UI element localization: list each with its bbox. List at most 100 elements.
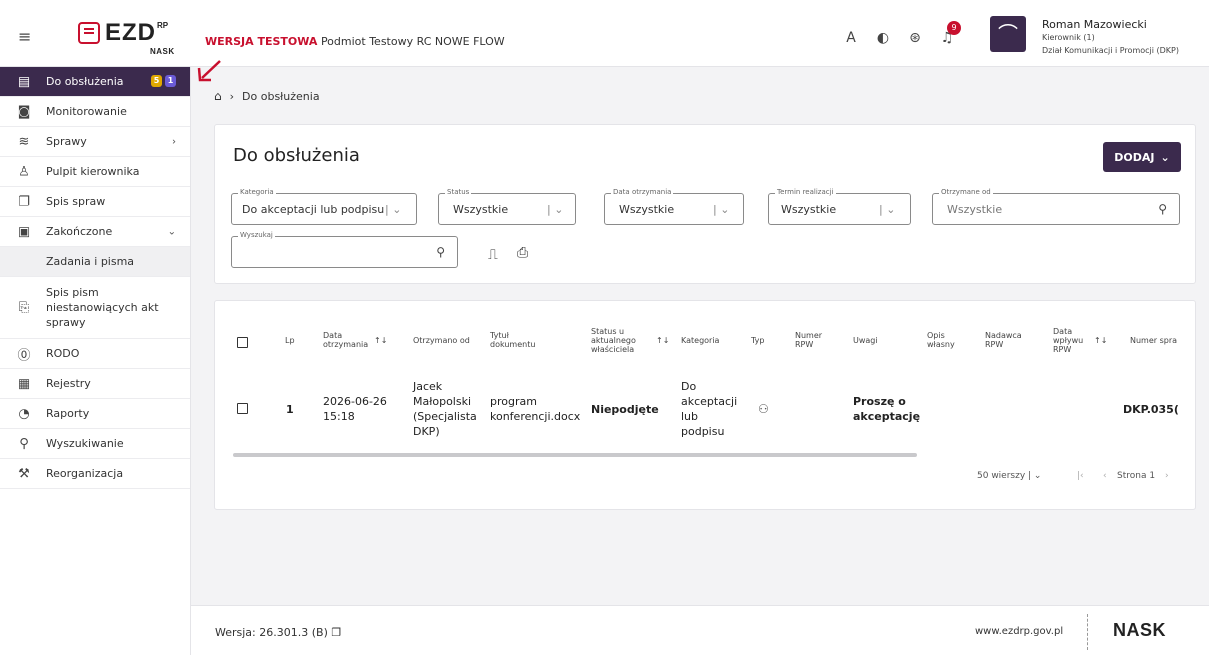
row-checkbox[interactable] xyxy=(237,403,248,414)
add-button-label: DODAJ xyxy=(1114,150,1155,164)
breadcrumb-current: Do obsłużenia xyxy=(242,89,320,103)
sort-icon[interactable]: ↑↓ xyxy=(656,336,669,345)
field-label: Status xyxy=(445,188,472,196)
sidebar-item-label: Monitorowanie xyxy=(46,105,127,118)
count-badge: 1 xyxy=(165,75,176,87)
rows-per-page-select[interactable]: 50 wierszy | ⌄ xyxy=(977,471,1041,481)
sidebar-item-spis-pism[interactable]: ⎘ Spis pism niestanowiących akt sprawy xyxy=(0,277,190,339)
reorganization-icon: ⚒ xyxy=(18,466,30,481)
column-header-sprawa[interactable]: Numer spra xyxy=(1130,318,1195,362)
column-header-nadawca[interactable]: Nadawca RPW xyxy=(985,318,1025,362)
header-label: Data wpływu RPW xyxy=(1053,326,1084,354)
chevron-down-icon: | ⌄ xyxy=(713,203,730,216)
column-header-typ[interactable]: Typ xyxy=(751,318,764,362)
nask-logo[interactable]: NASK xyxy=(1113,620,1166,641)
search-icon[interactable]: ⚲ xyxy=(1158,202,1167,216)
prev-page-icon[interactable]: ‹ xyxy=(1103,471,1107,481)
sidebar: ▤ Do obsłużenia 5 1 ◙ Monitorowanie ≋ Sp… xyxy=(0,67,191,655)
person-icon: ⚇ xyxy=(758,401,769,416)
column-header-status[interactable]: Status u aktualnego właściciela ↑↓ xyxy=(591,318,676,362)
field-value: Do akceptacji lub podpisu xyxy=(242,203,385,216)
page-title: Do obsłużenia xyxy=(233,145,360,166)
sidebar-item-label: Zadania i pisma xyxy=(46,255,135,268)
sidebar-item-rodo[interactable]: ⓪ RODO xyxy=(0,339,190,369)
top-bar: ≡ EZD RP NASK WERSJA TESTOWA Podmiot Tes… xyxy=(0,0,1209,67)
sidebar-item-zakonczone[interactable]: ▣ Zakończone ⌄ xyxy=(0,217,190,247)
sidebar-item-do-obsluzenia[interactable]: ▤ Do obsłużenia 5 1 xyxy=(0,67,190,97)
app-logo[interactable]: EZD RP xyxy=(78,21,168,45)
export-icon[interactable]: ⎙ xyxy=(517,245,528,261)
hamburger-menu-icon[interactable]: ≡ xyxy=(18,27,31,46)
chevron-down-icon: | ⌄ xyxy=(879,203,896,216)
count-badge: 5 xyxy=(151,75,162,87)
sidebar-item-label: Raporty xyxy=(46,407,90,420)
chevron-down-icon: | ⌄ xyxy=(547,203,564,216)
sidebar-item-reorganizacja[interactable]: ⚒ Reorganizacja xyxy=(0,459,190,489)
report-icon: ◔ xyxy=(18,406,30,421)
copy-icon[interactable]: ❐ xyxy=(331,626,341,639)
cell-tytul[interactable]: program konferencji.docx xyxy=(490,374,586,444)
horizontal-scrollbar[interactable] xyxy=(233,453,917,457)
status-select[interactable]: Status Wszystkie | ⌄ xyxy=(438,188,576,225)
accessibility-icon[interactable]: ⊛ xyxy=(906,30,924,46)
breadcrumb-separator-icon: › xyxy=(229,89,235,103)
chevron-right-icon: › xyxy=(172,136,176,147)
sort-icon[interactable]: ↑↓ xyxy=(374,336,387,345)
deadline-select[interactable]: Termin realizacji Wszystkie | ⌄ xyxy=(768,188,911,225)
received-from-field[interactable]: Otrzymane od Wszystkie ⚲ xyxy=(932,188,1180,225)
cell-otrzymano: Jacek Małopolski (Specjalista DKP) xyxy=(413,380,477,438)
received-date-select[interactable]: Data otrzymania Wszystkie | ⌄ xyxy=(604,188,744,225)
sidebar-item-zadania-i-pisma[interactable]: Zadania i pisma xyxy=(0,247,190,277)
sidebar-item-rejestry[interactable]: ▦ Rejestry xyxy=(0,369,190,399)
folders-icon: ❐ xyxy=(18,194,30,209)
user-name[interactable]: Roman Mazowiecki xyxy=(1042,18,1147,31)
sidebar-item-label: Do obsłużenia xyxy=(46,75,124,88)
column-header-wplyw[interactable]: Data wpływu RPW ↑↓ xyxy=(1053,318,1115,362)
select-all-checkbox[interactable] xyxy=(237,337,248,348)
site-link[interactable]: www.ezdrp.gov.pl xyxy=(975,626,1063,637)
add-button[interactable]: DODAJ ⌄ xyxy=(1103,142,1181,172)
version-label: Wersja: 26.301.3 (B) xyxy=(215,626,328,639)
bell-icon[interactable]: ♫ 9 xyxy=(938,21,961,46)
search-input[interactable]: Wyszukaj ⚲ xyxy=(231,231,458,268)
font-size-icon[interactable]: A xyxy=(842,30,860,46)
version-info: Wersja: 26.301.3 (B) ❐ xyxy=(215,626,341,639)
sidebar-item-pulpit-kierownika[interactable]: ♙ Pulpit kierownika xyxy=(0,157,190,187)
documents-icon: ⎘ xyxy=(18,300,30,315)
column-header-data[interactable]: Data otrzymania ↑↓ xyxy=(323,318,393,362)
avatar[interactable]: ⌒ xyxy=(990,16,1026,52)
sidebar-item-label: Reorganizacja xyxy=(46,467,124,480)
search-icon[interactable]: ⚲ xyxy=(436,245,445,259)
environment-info: WERSJA TESTOWA Podmiot Testowy RC NOWE F… xyxy=(205,35,505,48)
sidebar-item-sprawy[interactable]: ≋ Sprawy › xyxy=(0,127,190,157)
rodo-shield-icon: ⓪ xyxy=(17,348,31,363)
category-select[interactable]: Kategoria Do akceptacji lub podpisu | ⌄ xyxy=(231,188,417,225)
first-page-icon[interactable]: |‹ xyxy=(1077,471,1084,481)
monitor-eye-icon: ◙ xyxy=(17,104,31,119)
field-label: Data otrzymania xyxy=(611,188,674,196)
home-icon[interactable]: ⌂ xyxy=(214,89,222,103)
clear-filters-icon[interactable]: ⎍ xyxy=(488,247,498,263)
column-header-otrzymano[interactable]: Otrzymano od xyxy=(413,318,473,362)
field-value: Wszystkie xyxy=(781,203,837,216)
sidebar-item-monitorowanie[interactable]: ◙ Monitorowanie xyxy=(0,97,190,127)
contrast-icon[interactable]: ◐ xyxy=(874,30,892,46)
toolbar-icons: A ◐ ⊛ ♫ 9 xyxy=(842,21,961,46)
column-header-lp[interactable]: Lp xyxy=(285,318,295,362)
column-header-kategoria[interactable]: Kategoria xyxy=(681,318,719,362)
cell-sprawa[interactable]: DKP.035( xyxy=(1123,374,1193,444)
chevron-down-icon: ⌄ xyxy=(1160,150,1170,164)
column-header-uwagi[interactable]: Uwagi xyxy=(853,318,878,362)
column-header-opis[interactable]: Opis własny xyxy=(927,318,963,362)
column-header-rpw[interactable]: Numer RPW xyxy=(795,318,831,362)
field-value: Wszystkie xyxy=(453,203,509,216)
sort-icon[interactable]: ↑↓ xyxy=(1094,336,1107,345)
sidebar-item-spis-spraw[interactable]: ❐ Spis spraw xyxy=(0,187,190,217)
clipboard-check-icon: ▣ xyxy=(17,224,31,239)
column-header-tytul[interactable]: Tytuł dokumentu xyxy=(490,318,550,362)
field-value: Wszystkie xyxy=(947,203,1003,216)
footer-divider xyxy=(1087,614,1088,650)
sidebar-item-raporty[interactable]: ◔ Raporty xyxy=(0,399,190,429)
sidebar-item-wyszukiwanie[interactable]: ⚲ Wyszukiwanie xyxy=(0,429,190,459)
next-page-icon[interactable]: › xyxy=(1165,471,1169,481)
